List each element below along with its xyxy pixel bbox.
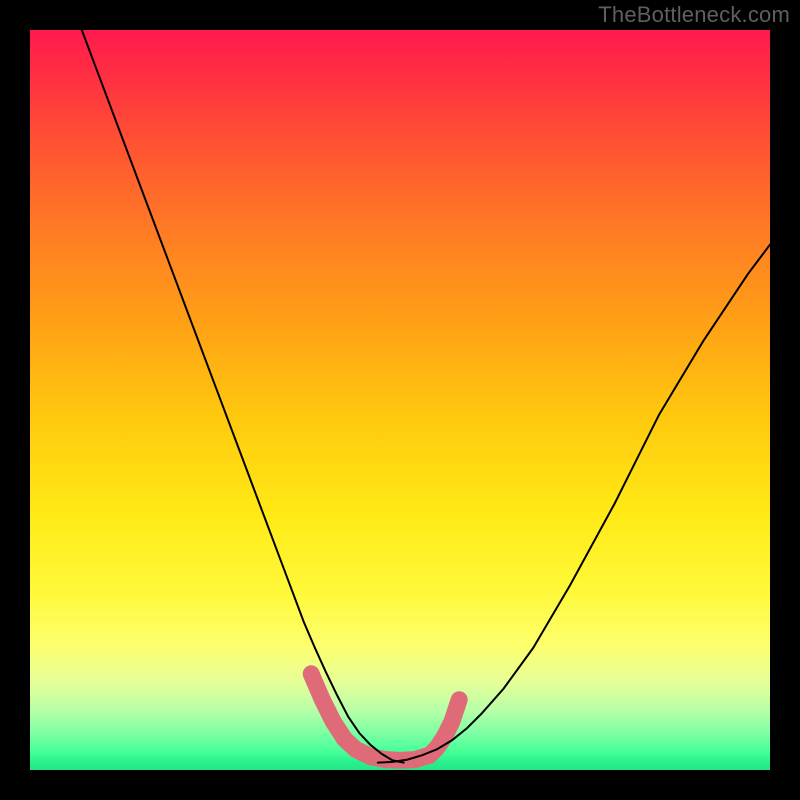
bottleneck-plot [30, 30, 770, 770]
watermark-text: TheBottleneck.com [598, 2, 790, 28]
curve-left-branch [82, 30, 404, 763]
chart-frame: TheBottleneck.com [0, 0, 800, 800]
curve-right-branch [378, 245, 770, 763]
